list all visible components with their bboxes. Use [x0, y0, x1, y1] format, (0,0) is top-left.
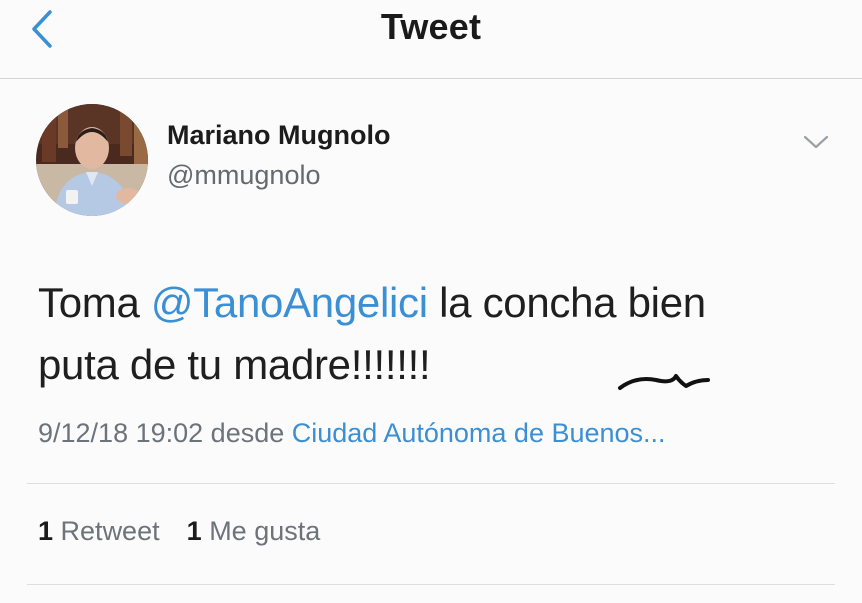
mention-link[interactable]: @TanoAngelici — [151, 279, 428, 326]
tweet-stats: 1 Retweet 1 Me gusta — [38, 516, 320, 547]
tweet-text-part: puta de tu madre!!!!!!! — [38, 341, 431, 388]
tweet-text-part: Toma — [38, 279, 151, 326]
tweet-menu-button[interactable] — [800, 128, 832, 156]
profile-photo — [36, 104, 148, 216]
desde-label: desde — [210, 418, 285, 448]
page-title: Tweet — [380, 6, 482, 47]
timestamp: 9/12/18 19:02 — [38, 418, 204, 448]
author-display-name[interactable]: Mariano Mugnolo — [167, 120, 390, 151]
likes-stat[interactable]: 1 Me gusta — [187, 516, 321, 547]
tweet-detail-screen: Tweet Mariano Mugnolo @mmugnolo Toma @Ta… — [0, 0, 862, 603]
tweet-meta: 9/12/18 19:02 desde Ciudad Autónoma de B… — [38, 418, 666, 449]
like-count: 1 — [186, 516, 202, 546]
retweet-count: 1 — [38, 516, 54, 546]
tweet-text: Toma @TanoAngelici la concha bien puta d… — [38, 272, 838, 396]
retweets-stat[interactable]: 1 Retweet — [38, 516, 160, 547]
navigation-bar: Tweet — [0, 0, 862, 79]
tweet-text-part: la concha bien — [427, 279, 706, 326]
location-link[interactable]: Ciudad Autónoma de Buenos... — [292, 418, 666, 448]
author-handle[interactable]: @mmugnolo — [167, 160, 320, 191]
like-label: Me gusta — [209, 516, 321, 546]
divider — [27, 584, 835, 585]
divider — [27, 483, 835, 484]
avatar[interactable] — [36, 104, 148, 216]
retweet-label: Retweet — [60, 516, 160, 546]
chevron-down-icon — [803, 135, 829, 149]
pen-scribble-mark — [618, 374, 710, 390]
